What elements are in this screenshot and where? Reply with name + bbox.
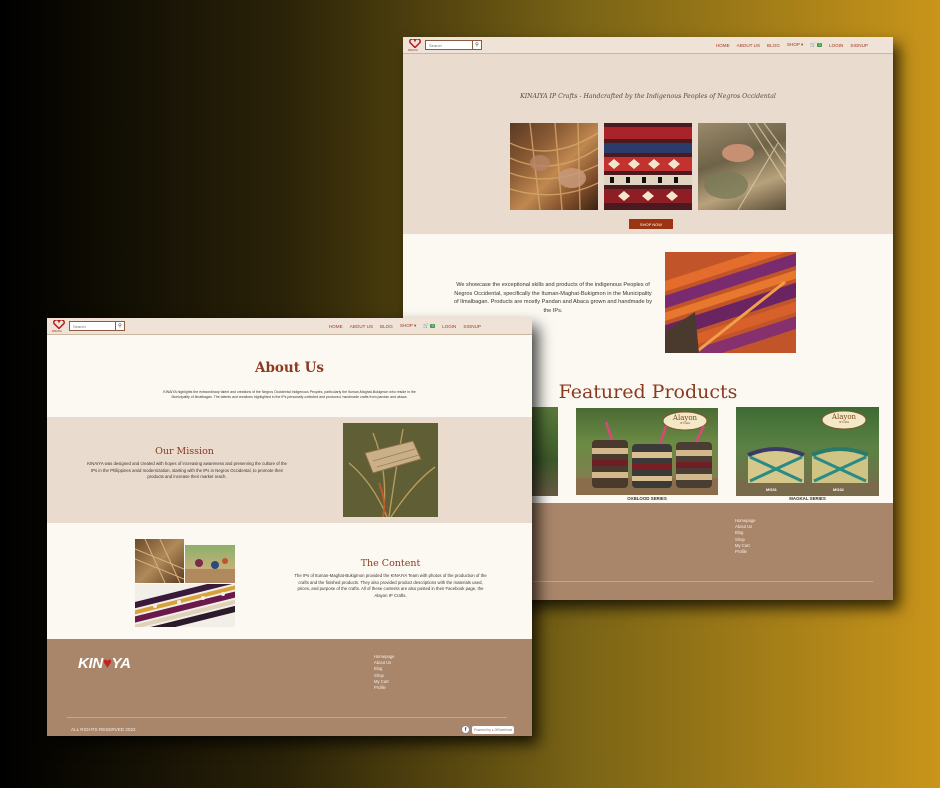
search-icon[interactable]: ⚲ — [472, 41, 481, 49]
intro-text: We showcase the exceptional skills and p… — [453, 282, 653, 314]
promo-background: { "back_page": { "nav": { "logo_subtext"… — [0, 0, 940, 788]
host-logo-icon: ● — [491, 728, 494, 732]
nav-signup[interactable]: SIGNUP — [463, 324, 481, 329]
craft-bag-illustration — [343, 423, 438, 517]
weaving-photo-2 — [698, 123, 786, 210]
footer-divider — [67, 717, 507, 718]
magkal-product-photo[interactable]: Alayon IP Crafts MG31 MG32 — [736, 407, 879, 496]
alayon-brand-sub: IP Crafts — [838, 421, 850, 424]
nav-about[interactable]: ABOUT US — [737, 43, 760, 48]
wordmark-right: YA — [111, 655, 131, 672]
search-box: ⚲ — [425, 40, 482, 50]
kinaiya-logo-icon[interactable] — [53, 320, 65, 329]
woven-fabric-illustration — [665, 252, 796, 353]
weaving-photo-1 — [510, 123, 598, 210]
nav-shop[interactable]: SHOP ▾ — [400, 323, 417, 329]
about-text: KINAIYA highlights the extraordinary tal… — [163, 390, 416, 400]
about-page-screenshot: KINAIYA ⚲ HOME ABOUT US BLOG SHOP ▾ 🛒0 L… — [47, 318, 532, 736]
footer-divider — [498, 581, 873, 582]
shop-now-button[interactable]: SHOP NOW — [629, 219, 673, 229]
nav-signup[interactable]: SIGNUP — [850, 43, 868, 48]
search-box: ⚲ — [69, 321, 125, 331]
product-code-label: MG31 — [766, 487, 777, 492]
pandan-weaving-illustration — [135, 539, 184, 583]
host-name: 000webhost — [494, 728, 512, 732]
cart-icon: 🛒 — [423, 323, 430, 328]
search-input[interactable] — [70, 322, 115, 330]
copyright-text: ALL RIGHTS RESERVED 2022 — [71, 727, 136, 732]
textile-pattern-illustration — [604, 123, 692, 210]
top-nav: KINAIYA ⚲ HOME ABOUT US BLOG SHOP ▾ 🛒0 L… — [403, 37, 893, 54]
cart-link[interactable]: 🛒 0 — [423, 323, 436, 329]
product-photo-partial — [531, 407, 558, 496]
nav-blog[interactable]: BLOG — [380, 324, 393, 329]
product-code-label: MG32 — [833, 487, 844, 492]
footer-link-profile[interactable]: Profile — [374, 685, 395, 691]
hands-weaving-illustration — [704, 123, 786, 210]
mission-heading: Our Mission — [155, 446, 214, 457]
facebook-icon[interactable]: f — [461, 725, 470, 734]
oxblood-product-photo[interactable]: Alayon IP Crafts — [576, 408, 718, 495]
woven-fabric-photo — [665, 252, 796, 353]
nav-menu: HOME ABOUT US BLOG SHOP ▾ 🛒 0 LOGIN SIGNU… — [322, 323, 481, 329]
footer-links: Homepage About Us Blog Shop My Cart Prof… — [735, 518, 756, 555]
craft-bag-photo — [343, 423, 438, 517]
about-footer: KIN♥YA Homepage About Us Blog Shop My Ca… — [47, 639, 532, 736]
nav-home[interactable]: HOME — [716, 43, 730, 48]
nav-menu: HOME ABOUT US BLOG SHOP ▾ 🛒 0 LOGIN SIGNU… — [709, 42, 868, 48]
content-heading: The Content — [360, 558, 421, 569]
content-photo-2 — [185, 545, 235, 583]
search-icon[interactable]: ⚲ — [115, 322, 124, 330]
powered-by-label: Powered by — [474, 728, 491, 732]
nav-blog[interactable]: BLOG — [767, 43, 780, 48]
oxblood-product-name[interactable]: OXBLOOD SERIES — [576, 496, 718, 501]
kinaiya-wordmark[interactable]: KIN♥YA — [78, 655, 131, 672]
content-text: The IPs of Ituman-Maghat-Bukigmon provid… — [294, 573, 487, 598]
wordmark-heart-icon: ♥ — [102, 655, 112, 672]
search-input[interactable] — [426, 41, 472, 49]
basket-strands-illustration — [510, 123, 598, 210]
nav-login[interactable]: LOGIN — [829, 43, 843, 48]
powered-by-badge[interactable]: Powered by ● 000webhost — [472, 726, 514, 734]
alayon-brand-label: Alayon — [672, 414, 698, 422]
mission-text: KINAIYA was designed and created with ho… — [87, 461, 287, 480]
textile-photo — [604, 123, 692, 210]
cart-icon: 🛒 — [810, 42, 817, 47]
top-nav: KINAIYA ⚲ HOME ABOUT US BLOG SHOP ▾ 🛒0 L… — [47, 318, 532, 335]
cart-count: 0 — [430, 324, 436, 328]
footer-link-profile[interactable]: Profile — [735, 549, 756, 555]
cart-count: 0 — [817, 43, 823, 47]
wordmark-left: KIN — [78, 655, 103, 672]
content-photo-1 — [135, 539, 184, 583]
nav-login[interactable]: LOGIN — [442, 324, 456, 329]
textile-spread-illustration — [135, 584, 235, 627]
footer-links: Homepage About Us Blog Shop My Cart Prof… — [374, 654, 395, 691]
kinaiya-logo-icon[interactable] — [409, 39, 421, 48]
logo-subtext: KINAIYA — [408, 49, 418, 52]
hero-tagline: KINAIYA IP Crafts - Handcrafted by the I… — [520, 93, 776, 100]
alayon-brand-sub: IP Crafts — [679, 422, 691, 425]
nav-about[interactable]: ABOUT US — [350, 324, 373, 329]
magkal-product-name[interactable]: MAGKAL SERIES — [736, 496, 879, 501]
nav-shop[interactable]: SHOP ▾ — [787, 42, 804, 48]
alayon-brand-label: Alayon — [831, 413, 857, 421]
nav-home[interactable]: HOME — [329, 324, 343, 329]
cart-link[interactable]: 🛒 0 — [810, 42, 823, 48]
about-heading: About Us — [254, 360, 325, 376]
content-photo-3 — [135, 584, 235, 627]
community-workshop-illustration — [185, 558, 235, 583]
logo-subtext: KINAIYA — [52, 330, 62, 333]
